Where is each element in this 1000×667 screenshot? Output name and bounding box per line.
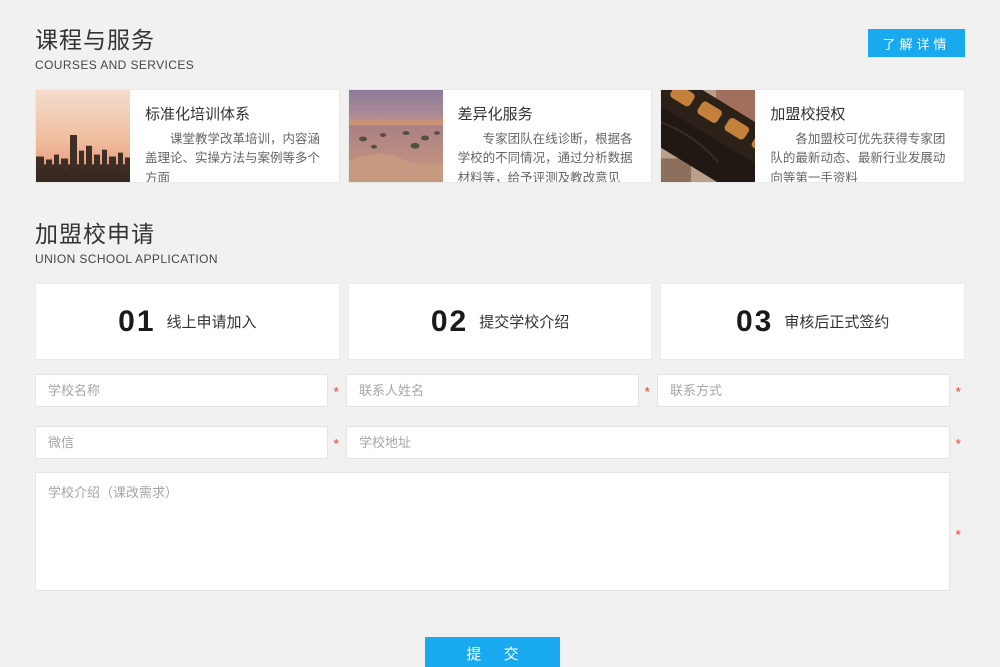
required-marker: * bbox=[334, 436, 339, 450]
wechat-input[interactable] bbox=[35, 426, 328, 459]
city-skyline-sunset-image bbox=[36, 90, 130, 182]
course-card-standard-training: 标准化培训体系 课堂教学改革培训，内容涵盖理论、实操方法与案例等多个方面 bbox=[35, 89, 340, 183]
course-card-differentiated-service: 差异化服务 专家团队在线诊断，根据各学校的不同情况，通过分析数据材料等，给予评测… bbox=[348, 89, 653, 183]
wechat-field-wrap: * bbox=[35, 426, 328, 459]
learn-more-button[interactable]: 了解详情 bbox=[868, 29, 965, 57]
required-marker: * bbox=[956, 436, 961, 450]
required-marker: * bbox=[334, 384, 339, 398]
card-description: 各加盟校可优先获得专家团队的最新动态、最新行业发展动向等第一手资料 bbox=[770, 130, 954, 183]
form-row-2: * * bbox=[35, 426, 950, 459]
step-label: 审核后正式签约 bbox=[784, 311, 889, 332]
step-1-apply-online: 01 线上申请加入 bbox=[35, 283, 340, 360]
step-number: 01 bbox=[118, 305, 155, 339]
school-intro-textarea[interactable] bbox=[35, 472, 950, 591]
application-steps: 01 线上申请加入 02 提交学校介绍 03 审核后正式签约 bbox=[35, 283, 965, 360]
application-title: 加盟校申请 bbox=[35, 215, 965, 249]
school-address-field-wrap: * bbox=[346, 426, 950, 459]
school-intro-field-wrap: * bbox=[35, 472, 950, 596]
course-card-franchise-authorization: 加盟校授权 各加盟校可优先获得专家团队的最新动态、最新行业发展动向等第一手资料 bbox=[660, 89, 965, 183]
school-name-input[interactable] bbox=[35, 374, 328, 407]
card-title: 加盟校授权 bbox=[770, 103, 954, 124]
required-marker: * bbox=[645, 384, 650, 398]
course-cards: 标准化培训体系 课堂教学改革培训，内容涵盖理论、实操方法与案例等多个方面 bbox=[35, 89, 965, 183]
required-marker: * bbox=[956, 384, 961, 398]
courses-title: 课程与服务 bbox=[35, 21, 965, 55]
contact-name-input[interactable] bbox=[346, 374, 639, 407]
school-name-field-wrap: * bbox=[35, 374, 328, 407]
required-marker: * bbox=[956, 528, 961, 542]
application-subtitle: UNION SCHOOL APPLICATION bbox=[35, 252, 965, 266]
contact-method-field-wrap: * bbox=[657, 374, 950, 407]
card-description: 专家团队在线诊断，根据各学校的不同情况，通过分析数据材料等，给予评测及教改意见 bbox=[458, 130, 642, 183]
form-row-3: * bbox=[35, 472, 950, 596]
step-label: 提交学校介绍 bbox=[479, 311, 569, 332]
form-row-1: * * * bbox=[35, 374, 950, 407]
step-number: 03 bbox=[736, 305, 773, 339]
step-2-submit-intro: 02 提交学校介绍 bbox=[348, 283, 653, 360]
submit-row: 提 交 bbox=[35, 637, 950, 667]
contact-name-field-wrap: * bbox=[346, 374, 639, 407]
card-text: 加盟校授权 各加盟校可优先获得专家团队的最新动态、最新行业发展动向等第一手资料 bbox=[755, 90, 964, 182]
card-title: 标准化培训体系 bbox=[145, 103, 329, 124]
school-address-input[interactable] bbox=[346, 426, 950, 459]
card-description: 课堂教学改革培训，内容涵盖理论、实操方法与案例等多个方面 bbox=[145, 130, 329, 183]
step-label: 线上申请加入 bbox=[167, 311, 257, 332]
application-form: * * * * * * bbox=[35, 374, 965, 667]
application-header: 加盟校申请 UNION SCHOOL APPLICATION bbox=[35, 215, 965, 266]
submit-button[interactable]: 提 交 bbox=[425, 637, 560, 667]
contact-method-input[interactable] bbox=[657, 374, 950, 407]
card-text: 标准化培训体系 课堂教学改革培训，内容涵盖理论、实操方法与案例等多个方面 bbox=[130, 90, 339, 182]
desert-dusk-image bbox=[349, 90, 443, 182]
card-text: 差异化服务 专家团队在线诊断，根据各学校的不同情况，通过分析数据材料等，给予评测… bbox=[443, 90, 652, 182]
step-number: 02 bbox=[431, 305, 468, 339]
card-title: 差异化服务 bbox=[458, 103, 642, 124]
courses-header: 课程与服务 COURSES AND SERVICES 了解详情 bbox=[35, 21, 965, 72]
step-3-sign-contract: 03 审核后正式签约 bbox=[660, 283, 965, 360]
film-strip-image bbox=[661, 90, 755, 182]
page-content: 课程与服务 COURSES AND SERVICES 了解详情 bbox=[35, 0, 965, 667]
courses-subtitle: COURSES AND SERVICES bbox=[35, 58, 965, 72]
